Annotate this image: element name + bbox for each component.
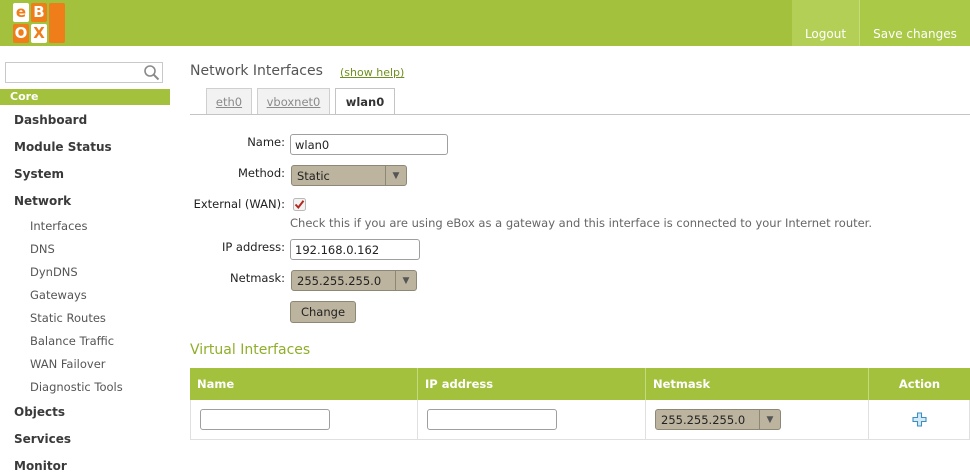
ebox-logo[interactable]: e B O X [12, 2, 66, 44]
logo-letter-b: B [31, 3, 47, 22]
chevron-down-icon: ▼ [395, 271, 416, 290]
tab-wlan0[interactable]: wlan0 [335, 88, 395, 115]
tab-vboxnet0[interactable]: vboxnet0 [257, 88, 330, 114]
sidebar-item-services[interactable]: Services [14, 432, 71, 446]
ip-address-label: IP address: [221, 240, 285, 254]
chevron-down-icon: ▼ [759, 410, 780, 429]
virtual-ip-input[interactable] [427, 409, 557, 430]
table-row-cell-netmask: 255.255.255.0 ▼ [646, 400, 869, 440]
sidebar-item-module-status[interactable]: Module Status [14, 140, 112, 154]
table-row-cell-action [869, 400, 970, 440]
name-input[interactable]: wlan0 [290, 134, 448, 155]
name-label: Name: [247, 135, 285, 149]
ip-address-input[interactable]: 192.168.0.162 [290, 239, 420, 260]
netmask-select-value: 255.255.255.0 [297, 273, 382, 288]
logo-block [49, 3, 65, 43]
virtual-netmask-value: 255.255.255.0 [661, 412, 746, 427]
method-select[interactable]: Static ▼ [291, 165, 407, 186]
search-icon[interactable] [143, 64, 161, 82]
sidebar-item-network[interactable]: Network [14, 194, 71, 208]
search-input[interactable] [5, 62, 163, 83]
add-icon[interactable] [912, 412, 927, 427]
logo-letter-e: e [13, 3, 29, 22]
sidebar-subitem-wan-failover[interactable]: WAN Failover [30, 357, 106, 371]
save-changes-button[interactable]: Save changes [859, 0, 970, 46]
virtual-interfaces-table: Name IP address Netmask Action 255.255.2… [190, 368, 970, 440]
column-header-name: Name [190, 368, 418, 400]
column-header-ip-address: IP address [418, 368, 646, 400]
sidebar-subitem-balance-traffic[interactable]: Balance Traffic [30, 334, 114, 348]
column-header-netmask: Netmask [646, 368, 869, 400]
external-wan-label: External (WAN): [193, 197, 285, 211]
logo-letter-o: O [13, 24, 29, 43]
chevron-down-icon: ▼ [385, 166, 406, 185]
table-row-cell-name [190, 400, 418, 440]
external-wan-checkbox[interactable] [293, 198, 306, 211]
netmask-select[interactable]: 255.255.255.0 ▼ [291, 270, 417, 291]
tab-eth0[interactable]: eth0 [206, 88, 252, 114]
method-select-value: Static [297, 168, 330, 183]
sidebar-subitem-dns[interactable]: DNS [30, 242, 55, 256]
sidebar-item-system[interactable]: System [14, 167, 64, 181]
virtual-netmask-select[interactable]: 255.255.255.0 ▼ [655, 409, 781, 430]
virtual-name-input[interactable] [200, 409, 330, 430]
top-header: e B O X Logout Save changes [0, 0, 970, 46]
sidebar-subitem-static-routes[interactable]: Static Routes [30, 311, 106, 325]
change-button[interactable]: Change [290, 301, 356, 323]
table-row-cell-ip [418, 400, 646, 440]
sidebar-item-monitor[interactable]: Monitor [14, 459, 67, 473]
sidebar-item-objects[interactable]: Objects [14, 405, 65, 419]
logout-button[interactable]: Logout [792, 0, 859, 46]
external-wan-hint: Check this if you are using eBox as a ga… [290, 216, 873, 230]
sidebar-item-dashboard[interactable]: Dashboard [14, 113, 87, 127]
sidebar-subitem-interfaces[interactable]: Interfaces [30, 219, 87, 233]
sidebar-subitem-gateways[interactable]: Gateways [30, 288, 87, 302]
sidebar-subitem-diagnostic-tools[interactable]: Diagnostic Tools [30, 380, 123, 394]
page-title: Network Interfaces [190, 63, 323, 79]
show-help-link[interactable]: (show help) [340, 66, 404, 79]
netmask-label: Netmask: [230, 271, 285, 285]
sidebar-section-core[interactable]: Core [0, 89, 170, 105]
method-label: Method: [237, 166, 285, 180]
column-header-action: Action [869, 368, 970, 400]
tab-divider [190, 114, 970, 115]
virtual-interfaces-title: Virtual Interfaces [190, 342, 311, 358]
logo-letter-x: X [31, 24, 47, 43]
sidebar-subitem-dyndns[interactable]: DynDNS [30, 265, 78, 279]
